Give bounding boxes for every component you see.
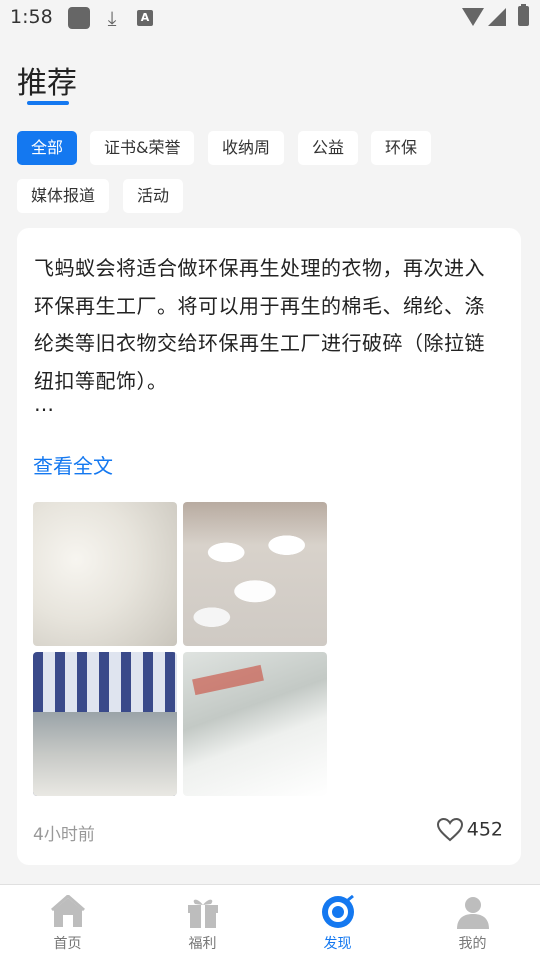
status-bar: 1:58 ⤓ A <box>0 0 540 36</box>
post-time: 4小时前 <box>33 825 95 845</box>
home-icon <box>50 895 85 927</box>
chip-environment[interactable]: 环保 <box>371 131 432 165</box>
gift-icon <box>187 899 218 928</box>
chip-all[interactable]: 全部 <box>17 131 78 165</box>
download-icon: ⤓ <box>107 6 117 30</box>
chip-charity[interactable]: 公益 <box>298 131 359 165</box>
tab-home-label: 首页 <box>53 936 82 952</box>
battery-icon <box>518 6 529 26</box>
read-more-link[interactable]: 查看全文 <box>33 450 113 479</box>
like-button[interactable]: 452 <box>436 818 503 842</box>
post-ellipsis: … <box>34 392 54 416</box>
status-time: 1:58 <box>10 6 53 28</box>
tab-home[interactable]: 首页 <box>0 885 135 961</box>
wifi-icon <box>462 8 484 26</box>
tab-profile[interactable]: 我的 <box>405 885 540 961</box>
post-text: 飞蚂蚁会将适合做环保再生处理的衣物，再次进入环保再生工厂。将可以用于再生的棉毛、… <box>34 256 485 393</box>
app-notification-icon <box>68 7 90 29</box>
title-underline <box>27 101 69 105</box>
post-image-fiber-machine[interactable] <box>183 652 327 796</box>
tab-discover-label: 发现 <box>323 936 352 952</box>
post-image-cotton[interactable] <box>33 502 177 646</box>
heart-icon <box>436 818 463 842</box>
tab-profile-label: 我的 <box>458 936 487 952</box>
chip-events[interactable]: 活动 <box>123 179 184 213</box>
chip-media[interactable]: 媒体报道 <box>17 179 110 213</box>
tab-welfare[interactable]: 福利 <box>135 885 270 961</box>
post-image-spinning-machine[interactable] <box>33 652 177 796</box>
post-card[interactable]: 飞蚂蚁会将适合做环保再生处理的衣物，再次进入环保再生工厂。将可以用于再生的棉毛、… <box>17 228 521 865</box>
tab-discover[interactable]: 发现 <box>270 885 405 961</box>
bottom-tab-bar: 首页 福利 发现 我的 <box>0 884 540 961</box>
like-count: 452 <box>466 818 503 841</box>
post-image-yarn-spools[interactable] <box>183 502 327 646</box>
chip-certificates[interactable]: 证书&荣誉 <box>90 131 195 165</box>
keyboard-a-icon: A <box>137 10 153 26</box>
page-title: 推荐 <box>17 66 77 101</box>
chip-storage-week[interactable]: 收纳周 <box>208 131 285 165</box>
cell-signal-icon <box>488 8 506 26</box>
profile-icon <box>456 897 489 929</box>
discover-icon <box>321 895 354 928</box>
tab-welfare-label: 福利 <box>188 936 217 952</box>
